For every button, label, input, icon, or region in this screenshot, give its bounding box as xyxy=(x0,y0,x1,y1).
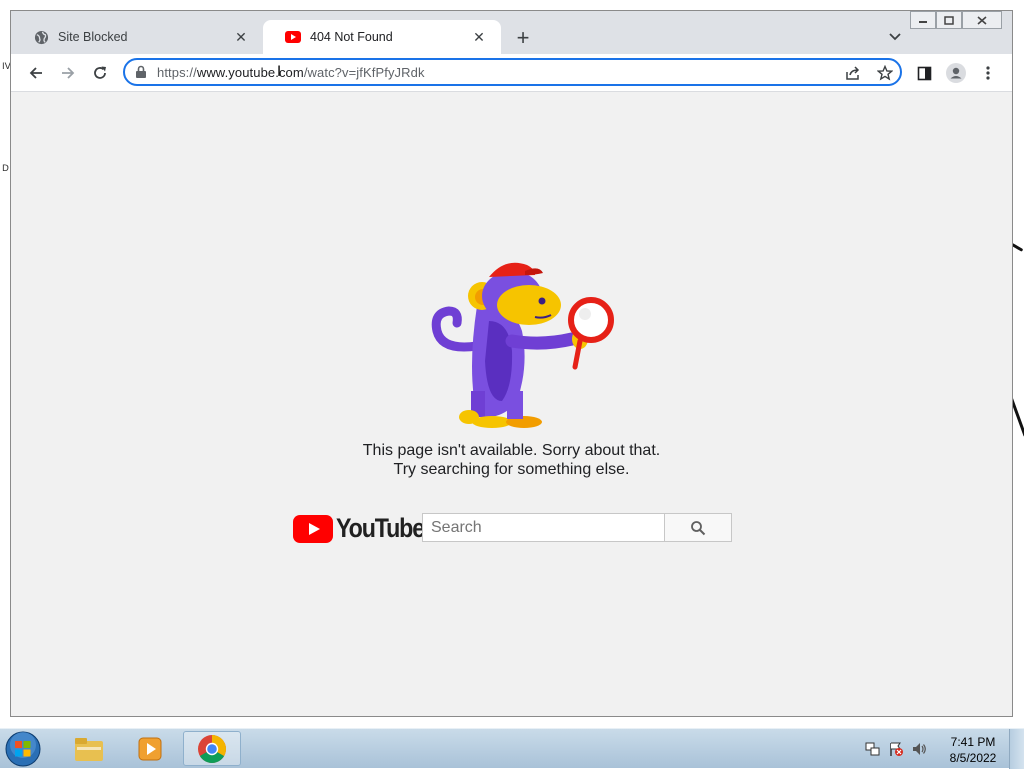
globe-icon xyxy=(33,29,49,45)
browser-window: Site Blocked ✕ 404 Not Found ✕ + https:/… xyxy=(10,10,1013,717)
action-center-flag-icon[interactable] xyxy=(888,741,904,757)
restore-icon xyxy=(944,15,954,25)
menu-button[interactable] xyxy=(975,60,1001,86)
url-scheme: https:// xyxy=(157,65,197,80)
new-tab-button[interactable]: + xyxy=(511,25,535,50)
search-icon xyxy=(691,520,706,535)
show-desktop-button[interactable] xyxy=(1009,729,1024,769)
chrome-icon xyxy=(198,734,226,763)
close-window-button[interactable] xyxy=(962,11,1002,29)
url-host: www.youtube.com xyxy=(196,65,304,80)
avatar-icon xyxy=(946,63,966,83)
tab-404-not-found[interactable]: 404 Not Found ✕ xyxy=(263,20,501,54)
star-icon xyxy=(877,65,893,81)
youtube-logo[interactable]: YouTube xyxy=(293,513,438,544)
youtube-play-icon xyxy=(293,514,333,543)
monkey-illustration xyxy=(431,262,614,428)
restore-button[interactable] xyxy=(936,11,962,29)
share-button[interactable] xyxy=(843,63,863,83)
close-tab-icon[interactable]: ✕ xyxy=(233,29,249,45)
chevron-down-icon xyxy=(889,33,901,41)
error-message-line-2: Try searching for something else. xyxy=(393,461,630,478)
system-tray xyxy=(865,741,927,757)
close-icon xyxy=(977,15,987,25)
side-panel-button[interactable] xyxy=(911,60,937,86)
taskbar-chrome[interactable] xyxy=(183,731,241,766)
search-input[interactable] xyxy=(422,513,665,542)
window-controls xyxy=(910,11,1002,29)
search-button[interactable] xyxy=(665,513,732,542)
close-tab-icon[interactable]: ✕ xyxy=(471,29,487,45)
url-text: https://www.youtube.com/watc?v=jfKfPfyJR… xyxy=(157,65,425,80)
text-cursor-icon: I xyxy=(277,64,282,80)
volume-icon[interactable] xyxy=(911,741,927,757)
error-message-line-1: This page isn't available. Sorry about t… xyxy=(362,442,661,459)
browser-toolbar: https://www.youtube.com/watc?v=jfKfPfyJR… xyxy=(11,54,1012,92)
youtube-logo-text: YouTube xyxy=(336,513,425,543)
side-panel-icon xyxy=(917,66,931,80)
clock-date: 8/5/2022 xyxy=(949,751,997,765)
tab-strip: Site Blocked ✕ 404 Not Found ✕ + xyxy=(11,11,1012,54)
tab-title: 404 Not Found xyxy=(310,30,393,44)
network-icon[interactable] xyxy=(865,741,881,757)
more-vertical-icon xyxy=(986,66,990,80)
media-player-icon xyxy=(138,737,162,760)
taskbar-clock[interactable]: 7:41 PM 8/5/2022 xyxy=(940,734,1006,766)
tab-search-button[interactable] xyxy=(885,27,905,47)
youtube-icon xyxy=(285,29,301,45)
windows-orb-icon xyxy=(5,731,41,767)
arrow-left-icon xyxy=(29,67,42,79)
reload-icon xyxy=(94,66,106,79)
forward-button[interactable] xyxy=(55,60,81,86)
lock-icon xyxy=(135,65,149,79)
page-content: This page isn't available. Sorry about t… xyxy=(11,92,1012,716)
taskbar-media-player[interactable] xyxy=(121,731,179,766)
folder-icon xyxy=(75,737,103,761)
reload-button[interactable] xyxy=(87,60,113,86)
tab-site-blocked[interactable]: Site Blocked ✕ xyxy=(11,20,263,54)
tab-title: Site Blocked xyxy=(58,30,128,44)
taskbar-file-explorer[interactable] xyxy=(60,731,118,766)
desktop-icon-label-fragment: D xyxy=(2,164,9,174)
profile-button[interactable] xyxy=(943,60,969,86)
share-icon xyxy=(846,66,860,80)
start-button[interactable] xyxy=(4,730,44,768)
minimize-icon xyxy=(919,21,927,23)
back-button[interactable] xyxy=(23,60,49,86)
minimize-button[interactable] xyxy=(910,11,936,29)
url-path: /watc?v=jfKfPfyJRdk xyxy=(303,65,425,80)
arrow-right-icon xyxy=(62,67,75,79)
address-bar[interactable]: https://www.youtube.com/watc?v=jfKfPfyJR… xyxy=(123,58,902,86)
bookmark-button[interactable] xyxy=(875,63,895,83)
taskbar: 7:41 PM 8/5/2022 xyxy=(0,728,1024,769)
clock-time: 7:41 PM xyxy=(950,735,996,749)
